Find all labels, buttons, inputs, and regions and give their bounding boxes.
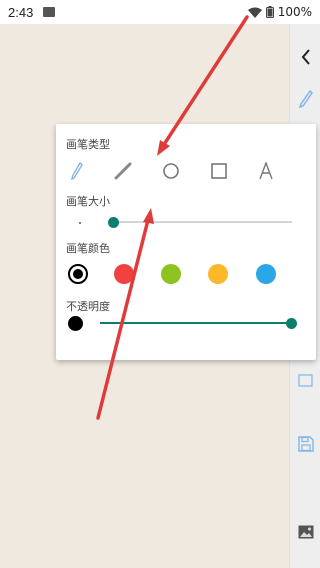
circle-icon bbox=[163, 163, 179, 179]
status-time: 2:43 bbox=[8, 4, 34, 20]
opacity-slider[interactable] bbox=[100, 322, 293, 324]
chevron-left-icon bbox=[301, 49, 310, 65]
color-swatch-orange[interactable] bbox=[208, 264, 228, 284]
color-swatch-green[interactable] bbox=[161, 264, 181, 284]
back-button[interactable] bbox=[290, 43, 320, 71]
save-icon bbox=[297, 436, 314, 452]
save-button[interactable] bbox=[290, 430, 320, 458]
pen-color-title: 画笔颜色 bbox=[66, 242, 110, 255]
pen-tool-button[interactable] bbox=[290, 85, 320, 113]
color-swatch-red[interactable] bbox=[114, 264, 134, 284]
size-preview-dot bbox=[79, 222, 81, 224]
status-bar: 2:43 100% bbox=[0, 0, 320, 24]
tool-line[interactable] bbox=[110, 158, 136, 184]
pencil-icon bbox=[71, 162, 83, 180]
image-icon bbox=[298, 525, 313, 539]
opacity-title: 不透明度 bbox=[66, 300, 110, 313]
opacity-slider-thumb[interactable] bbox=[286, 318, 297, 329]
tool-rectangle[interactable] bbox=[206, 158, 232, 184]
opacity-preview-dot bbox=[68, 316, 83, 331]
pen-type-title: 画笔类型 bbox=[66, 138, 110, 151]
line-icon bbox=[114, 162, 132, 180]
color-swatch-blue[interactable] bbox=[256, 264, 276, 284]
tool-circle[interactable] bbox=[158, 158, 184, 184]
color-swatch-black[interactable] bbox=[68, 264, 88, 284]
battery-icon bbox=[265, 6, 274, 18]
image-button[interactable] bbox=[290, 518, 320, 546]
pen-settings-panel: 画笔类型 画笔大小 画笔颜色 不透明度 bbox=[56, 124, 316, 360]
text-icon bbox=[259, 162, 273, 180]
image-notification-icon bbox=[43, 7, 56, 17]
edit-button[interactable] bbox=[290, 366, 320, 394]
tool-pencil[interactable] bbox=[64, 158, 90, 184]
pen-size-title: 画笔大小 bbox=[66, 195, 110, 208]
size-slider[interactable] bbox=[114, 221, 292, 223]
wifi-icon bbox=[247, 7, 262, 18]
battery-percent: 100% bbox=[277, 5, 312, 19]
size-slider-thumb[interactable] bbox=[108, 217, 119, 228]
pencil-icon bbox=[298, 90, 313, 108]
edit-icon bbox=[297, 374, 313, 387]
rectangle-icon bbox=[211, 163, 227, 179]
tool-text[interactable] bbox=[253, 158, 279, 184]
